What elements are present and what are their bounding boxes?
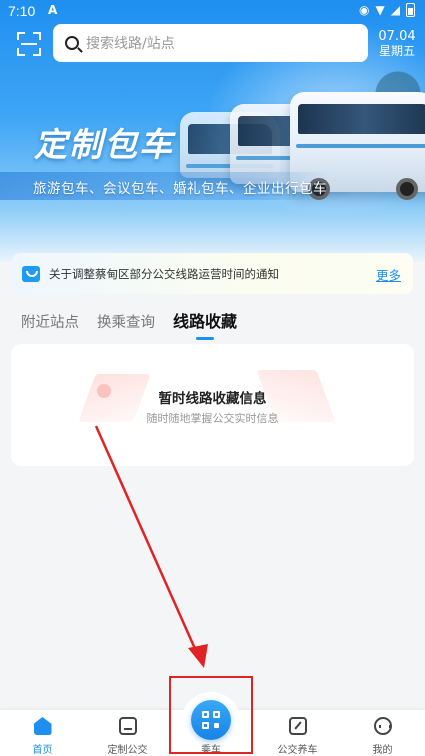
annotation-highlight-box [169,676,253,754]
notification-icon: A [48,3,58,17]
notice-bar[interactable]: 关于调整蔡甸区部分公交线路运营时间的通知 更多 [12,253,413,294]
nav-home[interactable]: 首页 [0,710,85,756]
favorites-empty-card: 暂时线路收藏信息 随时随地掌握公交实时信息 [11,344,414,466]
profile-icon [373,717,392,735]
nav-bus-maintenance[interactable]: 公交养车 [255,710,340,756]
notice-icon [22,265,40,282]
date-display: 07.04 星期五 [376,29,418,59]
nav-custom-bus[interactable]: 定制公交 [85,710,170,756]
home-icon [33,717,52,735]
status-icons: ◉ ▼ ◢ [359,3,415,17]
empty-state-subtitle: 随时随地掌握公交实时信息 [146,412,279,425]
date-weekday: 星期五 [378,44,415,58]
date-month-day: 07.04 [378,29,416,44]
annotation-arrowhead [188,644,208,668]
search-icon [65,36,79,50]
search-placeholder: 搜索线路/站点 [86,36,175,52]
scan-icon [21,43,37,45]
wifi-icon: ▼ [375,3,385,17]
maintenance-icon [288,717,307,735]
empty-state-title: 暂时线路收藏信息 [158,391,267,407]
scan-button[interactable] [15,30,43,58]
notice-more-link[interactable]: 更多 [376,265,401,284]
banner-subtitle: 旅游包车、会议包车、婚礼包车、企业出行包车 [33,181,327,197]
bus-icon [118,717,137,735]
tab-nearby-stops[interactable]: 附近站点 [21,311,79,332]
nav-mine-label: 我的 [372,745,393,756]
nav-mine[interactable]: 我的 [340,710,425,756]
banner-title: 定制包车 [34,125,174,164]
tab-transfer-query[interactable]: 换乘查询 [97,311,155,332]
status-time: 7:10 [8,3,36,19]
signal-icon: ◢ [390,3,400,17]
location-icon: ◉ [359,3,370,17]
status-bar: 7:10 A ◉ ▼ ◢ [0,0,425,24]
nav-custom-bus-label: 定制公交 [107,745,148,756]
tab-favorite-routes[interactable]: 线路收藏 [173,308,237,340]
tab-bar: 附近站点 换乘查询 线路收藏 [21,308,237,340]
notice-text[interactable]: 关于调整蔡甸区部分公交线路运营时间的通知 [49,266,279,282]
search-input[interactable]: 搜索线路/站点 [53,24,368,62]
nav-bus-maintenance-label: 公交养车 [277,745,318,756]
nav-home-label: 首页 [32,745,53,756]
battery-icon [406,3,415,17]
